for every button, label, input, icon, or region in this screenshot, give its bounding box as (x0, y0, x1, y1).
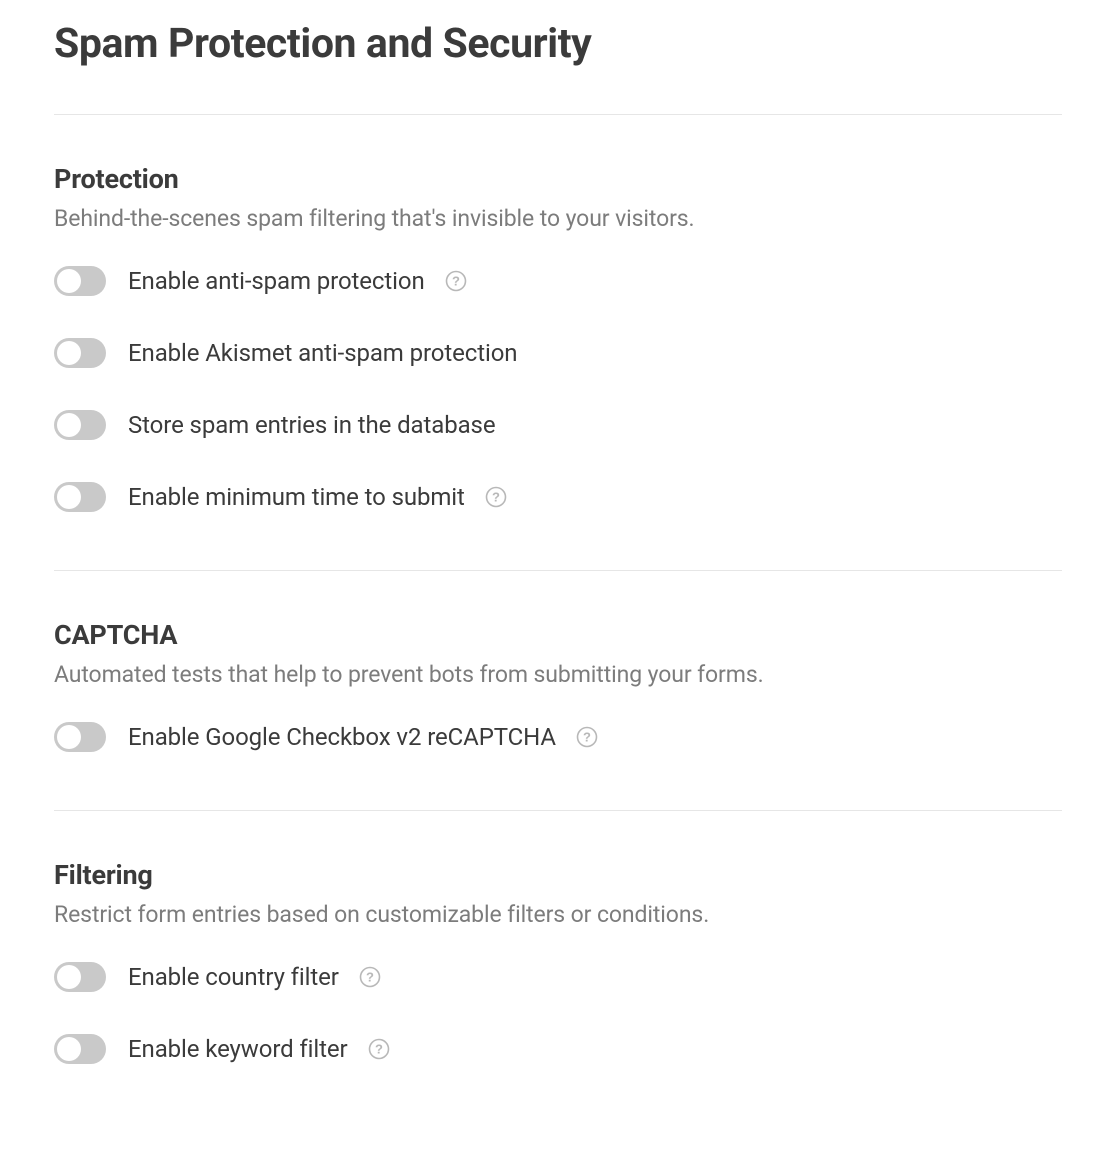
toggle-knob (57, 269, 81, 293)
svg-text:?: ? (366, 970, 374, 985)
label-store-spam: Store spam entries in the database (128, 411, 495, 439)
section-desc-filtering: Restrict form entries based on customiza… (54, 901, 1062, 928)
toggle-anti-spam[interactable] (54, 266, 106, 296)
help-icon[interactable]: ? (576, 726, 598, 748)
page-title: Spam Protection and Security (54, 20, 1062, 68)
toggle-knob (57, 725, 81, 749)
toggle-min-time[interactable] (54, 482, 106, 512)
row-recaptcha: Enable Google Checkbox v2 reCAPTCHA ? (54, 722, 1062, 752)
row-akismet: Enable Akismet anti-spam protection (54, 338, 1062, 368)
label-recaptcha: Enable Google Checkbox v2 reCAPTCHA (128, 723, 556, 751)
help-icon[interactable]: ? (445, 270, 467, 292)
label-keyword-filter: Enable keyword filter (128, 1035, 348, 1063)
help-icon[interactable]: ? (368, 1038, 390, 1060)
row-keyword-filter: Enable keyword filter ? (54, 1034, 1062, 1064)
toggle-knob (57, 1037, 81, 1061)
toggle-knob (57, 965, 81, 989)
label-country-filter: Enable country filter (128, 963, 339, 991)
row-anti-spam: Enable anti-spam protection ? (54, 266, 1062, 296)
section-desc-protection: Behind-the-scenes spam filtering that's … (54, 205, 1062, 232)
section-desc-captcha: Automated tests that help to prevent bot… (54, 661, 1062, 688)
toggle-store-spam[interactable] (54, 410, 106, 440)
help-icon[interactable]: ? (359, 966, 381, 988)
label-min-time: Enable minimum time to submit (128, 483, 465, 511)
toggle-keyword-filter[interactable] (54, 1034, 106, 1064)
svg-text:?: ? (375, 1042, 383, 1057)
row-country-filter: Enable country filter ? (54, 962, 1062, 992)
section-filtering: Filtering Restrict form entries based on… (54, 811, 1062, 1122)
section-heading-protection: Protection (54, 163, 1062, 195)
toggle-knob (57, 413, 81, 437)
svg-text:?: ? (452, 274, 460, 289)
toggle-knob (57, 485, 81, 509)
section-protection: Protection Behind-the-scenes spam filter… (54, 115, 1062, 570)
section-captcha: CAPTCHA Automated tests that help to pre… (54, 571, 1062, 810)
label-anti-spam: Enable anti-spam protection (128, 267, 425, 295)
svg-text:?: ? (492, 490, 500, 505)
help-icon[interactable]: ? (485, 486, 507, 508)
row-store-spam: Store spam entries in the database (54, 410, 1062, 440)
section-heading-filtering: Filtering (54, 859, 1062, 891)
toggle-knob (57, 341, 81, 365)
toggle-akismet[interactable] (54, 338, 106, 368)
row-min-time: Enable minimum time to submit ? (54, 482, 1062, 512)
toggle-recaptcha[interactable] (54, 722, 106, 752)
svg-text:?: ? (583, 730, 591, 745)
section-heading-captcha: CAPTCHA (54, 619, 1062, 651)
label-akismet: Enable Akismet anti-spam protection (128, 339, 517, 367)
toggle-country-filter[interactable] (54, 962, 106, 992)
